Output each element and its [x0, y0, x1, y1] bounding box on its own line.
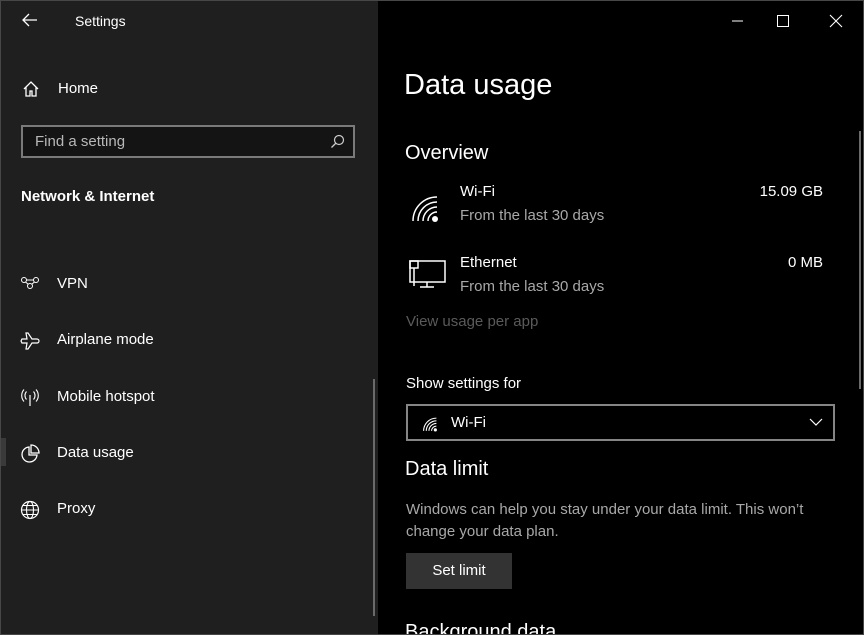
maximize-icon — [777, 15, 789, 27]
background-data-heading: Background data — [405, 621, 557, 635]
overview-heading: Overview — [405, 142, 489, 164]
section-heading: Network & Internet — [21, 188, 155, 205]
ethernet-usage-value: 0 MB — [787, 254, 823, 271]
show-settings-for-label: Show settings for — [406, 375, 522, 392]
search-placeholder: Find a setting — [35, 133, 126, 150]
globe-icon — [20, 500, 40, 520]
sidebar-scrollbar[interactable] — [373, 379, 375, 616]
settings-window: Settings Home Find a setting Network & I… — [0, 0, 864, 635]
close-button[interactable] — [813, 7, 859, 35]
search-icon[interactable] — [330, 134, 345, 149]
ethernet-usage-row: Ethernet From the last 30 days 0 MB — [405, 252, 825, 302]
back-button[interactable] — [21, 12, 41, 30]
back-arrow-icon — [22, 13, 37, 27]
sidebar-item-data-usage[interactable]: Data usage — [1, 433, 378, 473]
set-limit-button[interactable]: Set limit — [406, 553, 512, 589]
network-select[interactable]: Wi-Fi — [406, 404, 835, 441]
page-title: Data usage — [404, 69, 553, 101]
wifi-period: From the last 30 days — [460, 207, 605, 224]
main-scrollbar[interactable] — [859, 131, 861, 389]
data-limit-heading: Data limit — [405, 458, 489, 480]
ethernet-name: Ethernet — [460, 254, 517, 271]
home-icon — [22, 80, 42, 100]
ethernet-period: From the last 30 days — [460, 278, 605, 295]
chevron-down-icon — [809, 418, 823, 426]
sidebar-item-label: VPN — [57, 275, 88, 292]
data-limit-description: Windows can help you stay under your dat… — [406, 501, 804, 540]
sidebar-item-label: Mobile hotspot — [57, 388, 155, 405]
sidebar-item-label: Airplane mode — [57, 331, 154, 348]
maximize-button[interactable] — [760, 7, 806, 35]
sidebar-item-mobile-hotspot[interactable]: Mobile hotspot — [1, 377, 378, 417]
hotspot-icon — [20, 388, 40, 408]
sidebar-item-home[interactable]: Home — [1, 68, 378, 108]
ethernet-icon — [407, 258, 447, 290]
selected-indicator — [1, 438, 6, 466]
sidebar-item-vpn[interactable]: VPN — [1, 264, 378, 304]
sidebar: Settings Home Find a setting Network & I… — [1, 1, 378, 634]
wifi-usage-row: Wi-Fi From the last 30 days 15.09 GB — [405, 181, 825, 231]
search-input[interactable]: Find a setting — [21, 125, 355, 158]
sidebar-item-proxy[interactable]: Proxy — [1, 489, 378, 529]
minimize-button[interactable] — [714, 7, 760, 35]
close-icon — [829, 14, 843, 28]
window-title: Settings — [75, 13, 126, 29]
sidebar-item-label: Proxy — [57, 500, 96, 517]
vpn-icon — [20, 276, 40, 296]
sidebar-item-label: Data usage — [57, 444, 134, 461]
airplane-icon — [20, 331, 40, 351]
select-value: Wi-Fi — [451, 414, 486, 431]
home-label: Home — [58, 80, 99, 97]
wifi-usage-value: 15.09 GB — [759, 183, 823, 200]
view-usage-per-app-link[interactable]: View usage per app — [406, 313, 538, 330]
wifi-name: Wi-Fi — [460, 183, 495, 200]
sidebar-item-airplane-mode[interactable]: Airplane mode — [1, 320, 378, 360]
wifi-icon — [410, 193, 440, 223]
wifi-icon — [422, 416, 438, 432]
minimize-icon — [732, 20, 743, 22]
pie-chart-icon — [20, 444, 40, 464]
